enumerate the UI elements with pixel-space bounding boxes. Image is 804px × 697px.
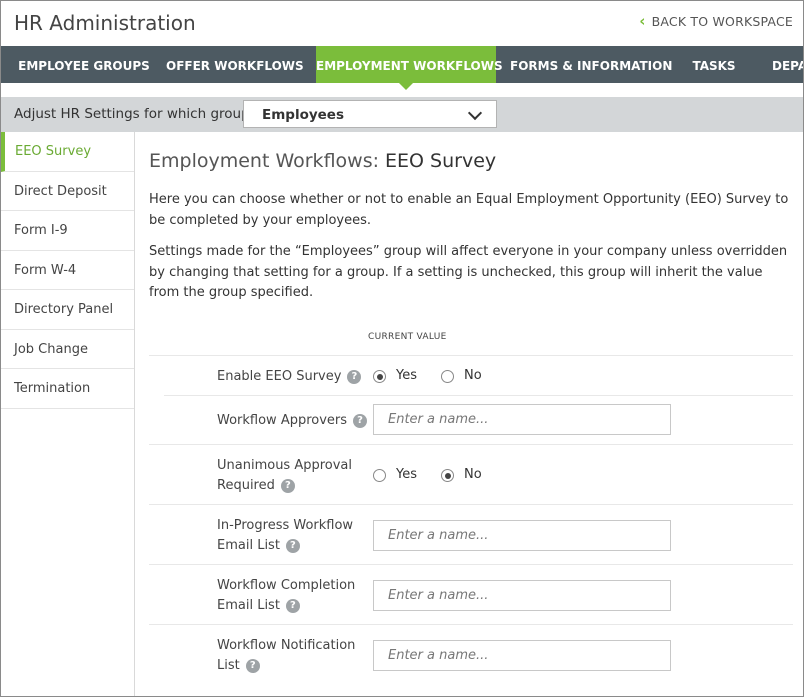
setting-label-line2: List [217, 658, 240, 673]
tab-departments[interactable]: DEPA [759, 46, 803, 83]
setting-label-line2: Required [217, 478, 275, 493]
help-icon[interactable]: ? [280, 479, 295, 493]
back-link-label: BACK TO WORKSPACE [651, 14, 793, 29]
setting-label: Unanimous Approval Required? [217, 456, 352, 496]
settings-note-paragraph: Settings made for the “Employees” group … [149, 244, 788, 300]
setting-label-text: Enable EEO Survey [217, 369, 342, 384]
app-window: HR Administration ‹ BACK TO WORKSPACE EMP… [0, 0, 804, 697]
radio-dot [373, 469, 386, 482]
setting-label-line2: Email List [217, 538, 280, 553]
tab-tasks[interactable]: TASKS [684, 46, 744, 83]
setting-label: In-Progress Workflow Email List? [217, 516, 353, 556]
tab-offer-workflows[interactable]: OFFER WORKFLOWS [166, 46, 304, 83]
group-select-value: Employees [262, 107, 345, 123]
sidebar-item-directory-panel[interactable]: Directory Panel [1, 290, 134, 330]
radio-label: Yes [396, 467, 417, 482]
chevron-down-icon [467, 105, 483, 121]
page-title-section: EEO Survey [385, 150, 497, 172]
header: HR Administration ‹ BACK TO WORKSPACE [1, 1, 803, 46]
setting-label: Enable EEO Survey? [217, 367, 362, 387]
help-icon[interactable]: ? [347, 370, 362, 384]
notification-list-input[interactable]: Enter a name... [373, 640, 671, 671]
sidebar-item-job-change[interactable]: Job Change [1, 330, 134, 369]
page-title: Employment Workflows: EEO Survey [149, 150, 496, 172]
help-icon[interactable]: ? [285, 539, 300, 553]
sidebar-item-eeo-survey[interactable]: EEO Survey [1, 132, 134, 172]
setting-row-completion-email-list: Workflow Completion Email List? Enter a n… [149, 564, 793, 625]
radio-dot [373, 370, 386, 383]
group-select-dropdown[interactable]: Employees [243, 100, 497, 128]
sidebar-item-form-i9[interactable]: Form I-9 [1, 211, 134, 251]
current-value-header: CURRENT VALUE [368, 332, 447, 342]
group-selector-bar: Adjust HR Settings for which group? Empl… [1, 97, 803, 132]
setting-row-unanimous-approval: Unanimous Approval Required? Yes No [149, 444, 793, 505]
tab-forms-information[interactable]: FORMS & INFORMATION [510, 46, 672, 83]
setting-row-notification-list: Workflow Notification List? Enter a name.… [149, 624, 793, 685]
setting-label-line1: Workflow Completion [217, 578, 356, 593]
chevron-left-icon: ‹ [639, 12, 646, 30]
sidebar-item-termination[interactable]: Termination [1, 369, 134, 409]
tab-employment-workflows[interactable]: EMPLOYMENT WORKFLOWS [316, 46, 503, 90]
radio-label: Yes [396, 368, 417, 383]
setting-label: Workflow Completion Email List? [217, 576, 355, 616]
intro-paragraph: Here you can choose whether or not to en… [149, 192, 789, 228]
setting-label: Workflow Notification List? [217, 636, 355, 676]
in-progress-email-input[interactable]: Enter a name... [373, 520, 671, 551]
group-selector-label: Adjust HR Settings for which group? [14, 106, 257, 122]
radio-label: No [464, 467, 482, 482]
radio-dot [441, 370, 454, 383]
completion-email-input[interactable]: Enter a name... [373, 580, 671, 611]
sidebar: EEO Survey Direct Deposit Form I-9 Form … [1, 132, 135, 696]
setting-row-enable-eeo: Enable EEO Survey? Yes No [149, 355, 793, 400]
setting-label-line2: Email List [217, 598, 280, 613]
help-icon[interactable]: ? [353, 414, 368, 428]
page-title-prefix: Employment Workflows: [149, 150, 386, 172]
main-nav: EMPLOYEE GROUPS OFFER WORKFLOWS EMPLOYME… [1, 46, 803, 90]
workflow-approvers-input[interactable]: Enter a name... [373, 404, 671, 435]
setting-label: Workflow Approvers? [217, 411, 368, 431]
tab-employee-groups[interactable]: EMPLOYEE GROUPS [15, 46, 153, 83]
sidebar-item-form-w4[interactable]: Form W-4 [1, 251, 134, 290]
sidebar-item-direct-deposit[interactable]: Direct Deposit [1, 172, 134, 211]
radio-dot [441, 469, 454, 482]
app-title: HR Administration [14, 11, 196, 35]
setting-row-in-progress-email-list: In-Progress Workflow Email List? Enter a … [149, 504, 793, 565]
setting-label-line1: Unanimous Approval [217, 458, 353, 473]
help-icon[interactable]: ? [245, 659, 260, 673]
setting-row-workflow-approvers: Workflow Approvers? Enter a name... [164, 395, 793, 446]
radio-label: No [464, 368, 482, 383]
setting-label-line1: In-Progress Workflow [217, 518, 354, 533]
help-icon[interactable]: ? [285, 599, 300, 613]
main-content: Employment Workflows: EEO Survey Here yo… [135, 132, 803, 696]
setting-label-line1: Workflow Notification [217, 638, 356, 653]
setting-label-text: Workflow Approvers [217, 413, 348, 428]
back-to-workspace-link[interactable]: ‹ BACK TO WORKSPACE [639, 12, 793, 30]
